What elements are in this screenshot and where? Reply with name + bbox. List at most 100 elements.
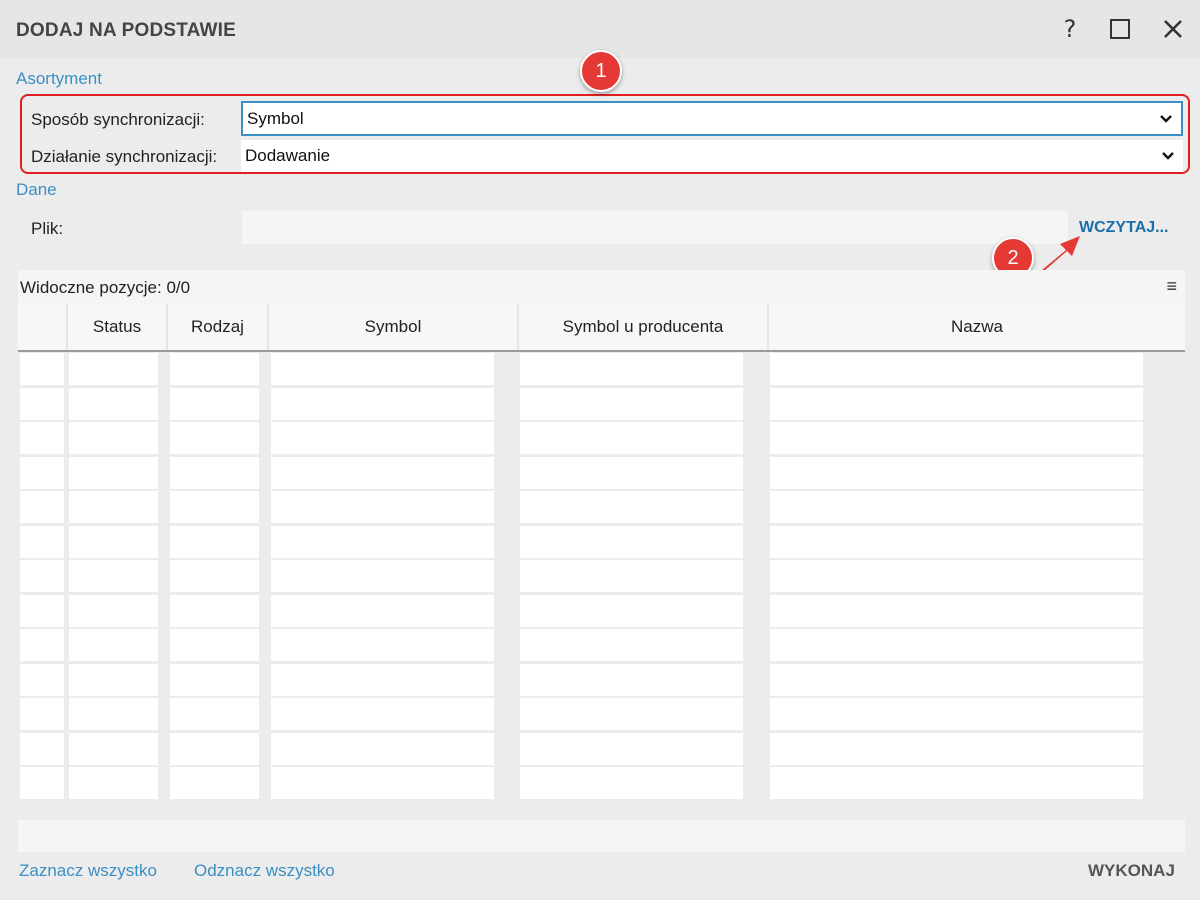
help-button[interactable]: ? [1055, 14, 1085, 44]
table-cell [170, 663, 259, 696]
table-cell [69, 525, 158, 558]
table-cell [170, 594, 259, 627]
visible-items-count: Widoczne pozycje: 0/0 [20, 278, 191, 297]
table-cell [20, 387, 64, 420]
table-cell [520, 732, 743, 765]
table-row[interactable] [18, 387, 1185, 421]
table-cell [170, 698, 259, 730]
table-cell [520, 560, 743, 592]
table-row[interactable] [18, 525, 1185, 559]
table-cell [520, 629, 743, 661]
data-section-label: Dane [16, 180, 57, 199]
grid-toolbar: Widoczne pozycje: 0/0 ≡ [18, 270, 1185, 304]
table-cell [170, 732, 259, 765]
table-cell [20, 629, 64, 661]
table-cell [271, 387, 494, 420]
column-header-select[interactable] [18, 304, 68, 350]
table-cell [770, 698, 1143, 730]
table-cell [20, 525, 64, 558]
table-row[interactable] [18, 628, 1185, 662]
table-cell [20, 732, 64, 765]
table-cell [20, 767, 64, 799]
table-cell [69, 732, 158, 765]
table-cell [20, 663, 64, 696]
table-cell [770, 387, 1143, 420]
deselect-all-link[interactable]: Odznacz wszystko [194, 861, 335, 881]
table-cell [170, 525, 259, 558]
table-cell [20, 698, 64, 730]
table-cell [770, 422, 1143, 454]
table-cell [520, 491, 743, 523]
table-cell [271, 491, 494, 523]
table-cell [20, 353, 64, 385]
table-row[interactable] [18, 456, 1185, 490]
table-cell [20, 456, 64, 489]
table-row[interactable] [18, 421, 1185, 455]
column-header-type[interactable]: Rodzaj [168, 304, 269, 350]
annotation-badge-1: 1 [580, 50, 622, 92]
maximize-button[interactable] [1105, 14, 1135, 44]
maximize-icon [1110, 19, 1130, 39]
table-cell [271, 353, 494, 385]
table-row[interactable] [18, 663, 1185, 697]
table-cell [770, 456, 1143, 489]
column-header-symbol[interactable]: Symbol [269, 304, 519, 350]
table-cell [271, 594, 494, 627]
table-cell [69, 594, 158, 627]
column-header-status[interactable]: Status [68, 304, 168, 350]
table-cell [520, 422, 743, 454]
table-cell [271, 767, 494, 799]
table-cell [770, 732, 1143, 765]
table-cell [770, 525, 1143, 558]
table-cell [520, 525, 743, 558]
table-cell [69, 698, 158, 730]
table-cell [520, 387, 743, 420]
table-cell [520, 594, 743, 627]
table-cell [271, 732, 494, 765]
column-header-producer-symbol[interactable]: Symbol u producenta [519, 304, 769, 350]
table-row[interactable] [18, 732, 1185, 766]
table-cell [20, 594, 64, 627]
grid-body [18, 352, 1185, 801]
table-cell [520, 353, 743, 385]
file-path-input[interactable] [242, 211, 1068, 244]
table-cell [170, 456, 259, 489]
file-label: Plik: [31, 219, 64, 238]
grid-status-bar [18, 820, 1185, 852]
table-cell [170, 422, 259, 454]
table-cell [770, 491, 1143, 523]
table-row[interactable] [18, 594, 1185, 628]
table-cell [170, 767, 259, 799]
table-cell [69, 491, 158, 523]
execute-button[interactable]: WYKONAJ [1088, 861, 1175, 881]
annotation-highlight-frame [20, 94, 1190, 174]
table-cell [20, 422, 64, 454]
table-cell [271, 422, 494, 454]
table-cell [520, 767, 743, 799]
table-cell [271, 525, 494, 558]
table-cell [770, 353, 1143, 385]
table-row[interactable] [18, 697, 1185, 731]
window-title: DODAJ NA PODSTAWIE [16, 20, 237, 41]
table-cell [271, 629, 494, 661]
assortment-section-label: Asortyment [16, 69, 102, 88]
table-row[interactable] [18, 766, 1185, 800]
table-cell [20, 560, 64, 592]
table-row[interactable] [18, 352, 1185, 386]
close-button[interactable] [1158, 14, 1188, 44]
table-cell [69, 560, 158, 592]
table-cell [20, 491, 64, 523]
table-row[interactable] [18, 490, 1185, 524]
table-cell [170, 387, 259, 420]
grid-header: Status Rodzaj Symbol Symbol u producenta… [18, 304, 1185, 352]
select-all-link[interactable]: Zaznacz wszystko [19, 861, 157, 881]
table-cell [69, 353, 158, 385]
hamburger-menu-icon[interactable]: ≡ [1166, 276, 1177, 297]
column-header-name[interactable]: Nazwa [769, 304, 1185, 350]
table-cell [170, 629, 259, 661]
table-cell [770, 594, 1143, 627]
close-icon [1164, 20, 1182, 38]
table-cell [770, 629, 1143, 661]
table-row[interactable] [18, 559, 1185, 593]
load-file-button[interactable]: WCZYTAJ... [1079, 219, 1168, 237]
